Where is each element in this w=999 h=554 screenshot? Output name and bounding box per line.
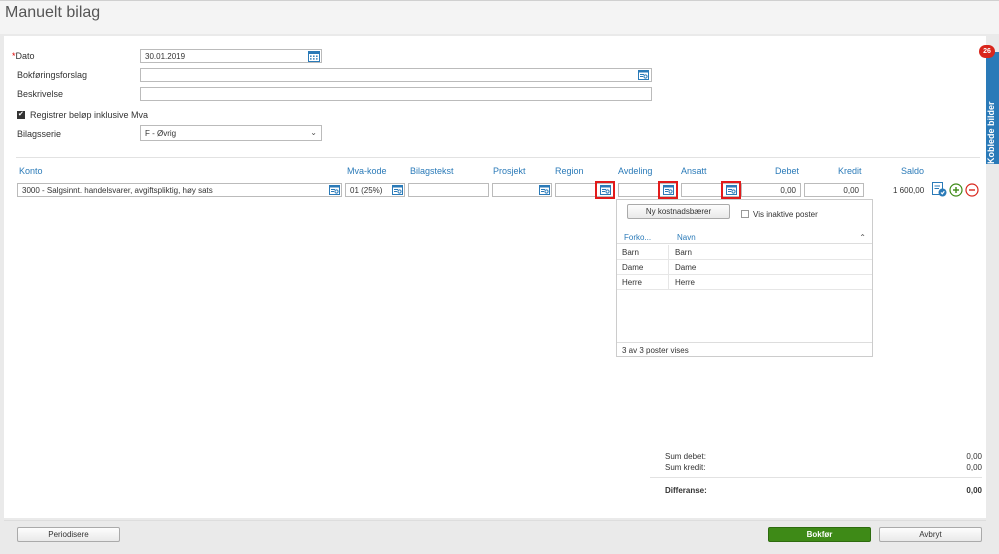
sum-kredit-value: 0,00	[966, 463, 982, 472]
bilagsserie-select[interactable]: F - Øvrig ⌄	[140, 125, 322, 141]
linked-images-badge: 26	[979, 45, 995, 58]
col-konto: Konto	[19, 166, 43, 176]
kredit-input[interactable]: 0,00	[804, 183, 864, 197]
linked-images-label: Koblede bilder	[986, 101, 996, 164]
divider	[650, 477, 982, 478]
col-navn[interactable]: Navn	[672, 231, 696, 246]
add-row-icon[interactable]	[949, 183, 963, 197]
beskrivelse-input[interactable]	[140, 87, 652, 101]
col-debet: Debet	[775, 166, 800, 176]
grid-header: Forko... Navn ⌃	[617, 231, 872, 244]
lookup-icon[interactable]	[638, 70, 649, 80]
cost-carrier-dropdown: Ny kostnadsbærer Vis inaktive poster For…	[616, 199, 873, 357]
avbryt-button[interactable]: Avbryt	[879, 527, 982, 542]
page-title: Manuelt bilag	[5, 4, 101, 21]
bilagsserie-label: Bilagsserie	[17, 129, 62, 139]
differanse-value: 0,00	[966, 486, 982, 495]
list-item[interactable]: Herre Herre	[617, 275, 872, 290]
item-name: Herre	[675, 278, 696, 287]
dato-label: *Dato	[12, 51, 35, 61]
title-bar: Manuelt bilag	[0, 0, 999, 34]
inkl-mva-checkbox[interactable]	[17, 110, 25, 119]
bokforingsforslag-label: Bokføringsforslag	[17, 70, 88, 80]
item-code: Barn	[617, 245, 669, 260]
sum-kredit-label: Sum kredit:	[665, 463, 706, 472]
bokforingsforslag-input[interactable]	[140, 68, 652, 82]
saldo-value: 1 600,00	[893, 186, 925, 195]
item-code: Dame	[617, 260, 669, 275]
debet-input[interactable]: 0,00	[741, 183, 801, 197]
mva-lookup-icon[interactable]	[392, 185, 403, 195]
differanse-label: Differanse:	[665, 486, 707, 495]
remove-row-icon[interactable]	[965, 183, 979, 197]
show-inactive-checkbox[interactable]	[741, 210, 749, 218]
konto-input[interactable]: 3000 - Salgsinnt. handelsvarer, avgiftsp…	[17, 183, 342, 197]
divider	[4, 520, 986, 521]
beskrivelse-label: Beskrivelse	[17, 89, 64, 99]
divider	[617, 342, 872, 343]
grid-footer: 3 av 3 poster vises	[622, 346, 689, 355]
col-bilagstekst: Bilagstekst	[410, 166, 454, 176]
col-region: Region	[555, 166, 584, 176]
bilagstekst-input[interactable]	[408, 183, 489, 197]
item-code: Herre	[617, 275, 669, 290]
col-prosjekt: Prosjekt	[493, 166, 526, 176]
show-inactive-label: Vis inaktive poster	[753, 210, 818, 219]
col-ansatt: Ansatt	[681, 166, 707, 176]
dato-input[interactable]: 30.01.2019	[140, 49, 322, 63]
list-item[interactable]: Barn Barn	[617, 245, 872, 260]
inkl-mva-label: Registrer beløp inklusive Mva	[30, 110, 149, 120]
ansatt-highlight	[721, 181, 741, 199]
attachment-icon[interactable]	[932, 182, 947, 197]
col-saldo: Saldo	[901, 166, 925, 176]
sum-debet-label: Sum debet:	[665, 452, 706, 461]
col-avdeling: Avdeling	[618, 166, 653, 176]
region-highlight	[595, 181, 615, 199]
konto-lookup-icon[interactable]	[329, 185, 340, 195]
sort-chevron-up-icon[interactable]: ⌃	[859, 231, 866, 244]
new-cost-carrier-button[interactable]: Ny kostnadsbærer	[627, 204, 730, 219]
periodisere-button[interactable]: Periodisere	[17, 527, 120, 542]
chevron-down-icon: ⌄	[310, 128, 317, 137]
col-forkortelse[interactable]: Forko...	[619, 231, 651, 246]
calendar-icon[interactable]	[308, 50, 320, 62]
prosjekt-lookup-icon[interactable]	[539, 185, 550, 195]
divider	[16, 157, 980, 158]
col-mva-kode: Mva-kode	[347, 166, 387, 176]
item-name: Dame	[675, 263, 697, 272]
avdeling-highlight	[658, 181, 678, 199]
bokfor-button[interactable]: Bokfør	[768, 527, 871, 542]
list-item[interactable]: Dame Dame	[617, 260, 872, 275]
item-name: Barn	[675, 248, 692, 257]
sum-debet-value: 0,00	[966, 452, 982, 461]
col-kredit: Kredit	[838, 166, 862, 176]
